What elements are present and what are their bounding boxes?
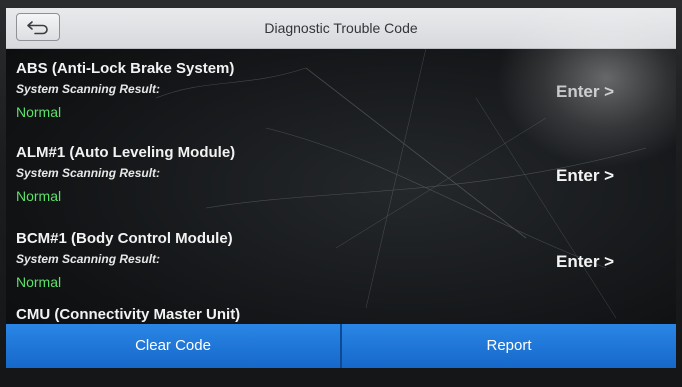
system-result-label: System Scanning Result: xyxy=(16,252,161,266)
system-status: Normal xyxy=(16,188,62,204)
enter-button-abs[interactable]: Enter > xyxy=(556,82,614,102)
system-result-label: System Scanning Result: xyxy=(16,166,161,180)
enter-button-alm[interactable]: Enter > xyxy=(556,166,614,186)
back-button[interactable] xyxy=(16,13,60,41)
back-arrow-icon xyxy=(26,19,50,35)
system-status: Normal xyxy=(16,104,62,120)
system-name: ALM#1 (Auto Leveling Module) xyxy=(16,144,236,161)
system-item-cmu[interactable]: CMU (Connectivity Master Unit) xyxy=(16,306,240,323)
system-name: ABS (Anti-Lock Brake System) xyxy=(16,60,235,77)
system-result-label: System Scanning Result: xyxy=(16,82,161,96)
screen: Diagnostic Trouble Code ABS (Anti-Lock B… xyxy=(6,8,676,368)
system-status: Normal xyxy=(16,274,62,290)
footer-bar: Clear Code Report xyxy=(6,324,676,368)
report-button[interactable]: Report xyxy=(340,324,676,368)
enter-button-bcm[interactable]: Enter > xyxy=(556,252,614,272)
clear-code-button[interactable]: Clear Code xyxy=(6,324,340,368)
system-item-bcm: BCM#1 (Body Control Module) System Scann… xyxy=(6,222,676,306)
system-item-abs: ABS (Anti-Lock Brake System) System Scan… xyxy=(6,52,676,136)
page-title: Diagnostic Trouble Code xyxy=(264,20,418,36)
device-frame: Diagnostic Trouble Code ABS (Anti-Lock B… xyxy=(0,0,682,387)
system-item-alm: ALM#1 (Auto Leveling Module) System Scan… xyxy=(6,136,676,220)
header-bar: Diagnostic Trouble Code xyxy=(6,8,676,49)
system-name: BCM#1 (Body Control Module) xyxy=(16,230,233,247)
system-list: ABS (Anti-Lock Brake System) System Scan… xyxy=(6,52,676,324)
